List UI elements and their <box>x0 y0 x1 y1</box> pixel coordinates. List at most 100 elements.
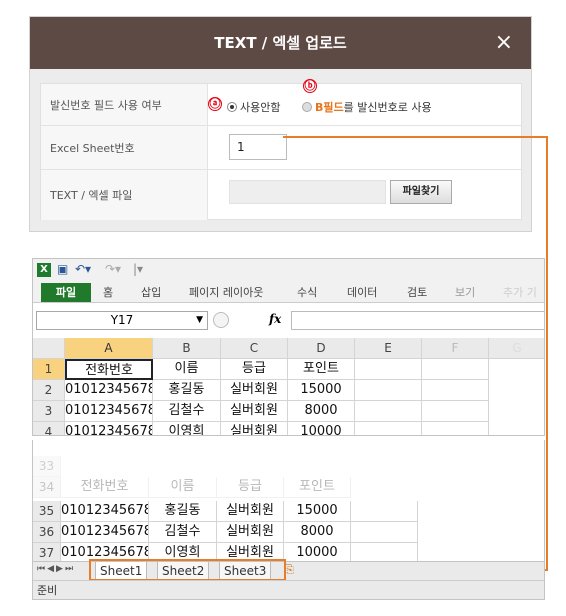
tab-addins[interactable]: 추가 기 <box>503 284 537 300</box>
table-cell[interactable] <box>422 359 489 380</box>
table-cell[interactable]: 15000 <box>284 501 351 522</box>
sheet-tab-bar: ⏮◀▶⏭ Sheet1 Sheet2 Sheet3 ⎘ <box>33 559 544 581</box>
tab-insert[interactable]: 삽입 <box>141 284 161 300</box>
radio-selected-icon[interactable] <box>227 102 237 112</box>
table-cell[interactable]: 01012345678 <box>65 401 153 422</box>
table-cell[interactable]: 01012345678 <box>65 380 153 401</box>
corner-cell[interactable] <box>33 338 65 359</box>
upload-dialog: TEXT / 엑셀 업로드 × 발신번호 필드 사용 여부 ⓐ 사용안함 ⓑ B… <box>29 16 532 232</box>
sheet-number-row: Excel Sheet번호 1 <box>41 126 521 170</box>
formula-bar: Y17 ▼ fx <box>33 309 544 332</box>
row-header[interactable]: 35 <box>33 501 61 522</box>
table-cell[interactable]: 김철수 <box>149 522 217 543</box>
option-use-b-field[interactable]: B필드를 발신번호로 사용 <box>302 99 432 115</box>
table-cell[interactable]: 등급 <box>221 359 288 380</box>
tab-home[interactable]: 홈 <box>103 284 113 300</box>
status-text: 준비 <box>37 584 58 597</box>
file-row: TEXT / 엑셀 파일 파일찾기 <box>41 170 521 220</box>
table-cell[interactable] <box>351 522 418 543</box>
row-header[interactable]: 1 <box>33 359 65 380</box>
option-not-use[interactable]: 사용안함 <box>227 99 280 115</box>
radio-unselected-icon[interactable] <box>302 102 312 112</box>
table-cell[interactable]: 01012345678 <box>61 522 149 543</box>
table-cell[interactable] <box>351 501 418 522</box>
option-use-b-field-label: 를 발신번호로 사용 <box>343 101 432 114</box>
option-not-use-label: 사용안함 <box>240 101 281 114</box>
table-cell[interactable]: 전화번호 <box>61 477 149 498</box>
row-header[interactable]: 34 <box>33 477 61 498</box>
table-cell[interactable] <box>355 359 422 380</box>
formula-input[interactable] <box>291 311 544 330</box>
excel-logo-icon: X <box>37 263 51 277</box>
table-cell[interactable] <box>355 422 422 435</box>
table-cell[interactable]: 실버회원 <box>221 380 288 401</box>
table-cell[interactable]: 포인트 <box>288 359 355 380</box>
table-cell[interactable]: 등급 <box>217 477 284 498</box>
tab-file[interactable]: 파일 <box>41 283 91 302</box>
new-sheet-icon[interactable]: ⎘ <box>285 563 294 577</box>
row-header[interactable]: 36 <box>33 522 61 543</box>
table-cell[interactable] <box>355 380 422 401</box>
table-cell[interactable]: 포인트 <box>284 477 351 498</box>
column-header-e[interactable]: E <box>355 338 422 359</box>
table-cell[interactable]: 실버회원 <box>217 522 284 543</box>
table-cell[interactable]: 8000 <box>288 401 355 422</box>
sender-field-row: 발신번호 필드 사용 여부 ⓐ 사용안함 ⓑ B필드를 발신번호로 사용 <box>41 79 521 126</box>
table-cell[interactable] <box>422 401 489 422</box>
name-box[interactable]: Y17 ▼ <box>36 311 208 330</box>
browse-file-button[interactable]: 파일찾기 <box>390 180 452 204</box>
tab-formulas[interactable]: 수식 <box>297 284 317 300</box>
table-cell[interactable]: 실버회원 <box>221 401 288 422</box>
redo-icon[interactable]: ↷▾ <box>105 262 121 276</box>
table-cell[interactable]: 홍길동 <box>149 501 217 522</box>
fx-icon[interactable]: fx <box>269 312 281 326</box>
connector-line-right <box>546 136 548 570</box>
table-cell[interactable] <box>422 380 489 401</box>
tab-review[interactable]: 검토 <box>407 284 427 300</box>
row-header[interactable]: 3 <box>33 401 65 422</box>
upload-form: 발신번호 필드 사용 여부 ⓐ 사용안함 ⓑ B필드를 발신번호로 사용 Exc… <box>40 79 522 220</box>
save-icon[interactable]: ▣ <box>57 262 68 276</box>
row-header[interactable]: 2 <box>33 380 65 401</box>
table-cell[interactable]: 15000 <box>288 380 355 401</box>
table-cell[interactable]: 김철수 <box>153 401 221 422</box>
chevron-down-icon[interactable]: ▼ <box>196 312 203 329</box>
undo-icon[interactable]: ↶▾ <box>75 262 91 276</box>
table-cell[interactable]: 이영희 <box>153 422 221 435</box>
connector-line-top <box>283 136 548 138</box>
table-cell[interactable]: 8000 <box>284 522 351 543</box>
customize-qat-icon[interactable]: |▾ <box>133 262 143 276</box>
table-cell[interactable]: 홍길동 <box>153 380 221 401</box>
column-header-b[interactable]: B <box>153 338 221 359</box>
b-field-text: B필드 <box>315 101 344 114</box>
column-header-d[interactable]: D <box>288 338 355 359</box>
tab-view[interactable]: 보기 <box>455 284 475 300</box>
table-cell[interactable]: 이름 <box>153 359 221 380</box>
column-header-a[interactable]: A <box>65 338 153 359</box>
table-cell[interactable]: 10000 <box>288 422 355 435</box>
table-cell[interactable]: 01012345678 <box>65 422 153 435</box>
sheet-number-input[interactable]: 1 <box>229 134 287 160</box>
name-box-value: Y17 <box>110 313 134 327</box>
dialog-title: TEXT / 엑셀 업로드 <box>214 34 347 52</box>
sheet-number-label: Excel Sheet번호 <box>41 126 208 169</box>
table-cell-selected[interactable]: 전화번호 <box>65 359 153 380</box>
column-header-c[interactable]: C <box>221 338 288 359</box>
table-cell[interactable]: 이름 <box>149 477 217 498</box>
table-cell[interactable]: 01012345678 <box>61 501 149 522</box>
tab-page-layout[interactable]: 페이지 레이아웃 <box>189 284 263 300</box>
close-icon[interactable]: × <box>495 17 513 69</box>
row-header[interactable]: 4 <box>33 422 65 435</box>
column-header-f[interactable]: F <box>422 338 489 359</box>
sheet-nav-arrows-icon[interactable]: ⏮◀▶⏭ <box>37 564 75 574</box>
column-header-g[interactable]: G <box>489 338 544 359</box>
row-header[interactable]: 33 <box>33 456 61 477</box>
tab-data[interactable]: 데이터 <box>347 284 377 300</box>
excel-window-top: X ▣ ↶▾ ↷▾ |▾ 파일 홈 삽입 페이지 레이아웃 수식 데이터 검토 … <box>32 258 545 436</box>
sender-field-label: 발신번호 필드 사용 여부 <box>41 84 208 125</box>
file-path-field[interactable] <box>229 180 386 204</box>
table-cell[interactable]: 실버회원 <box>217 501 284 522</box>
table-cell[interactable] <box>422 422 489 435</box>
table-cell[interactable] <box>355 401 422 422</box>
table-cell[interactable]: 실버회원 <box>221 422 288 435</box>
